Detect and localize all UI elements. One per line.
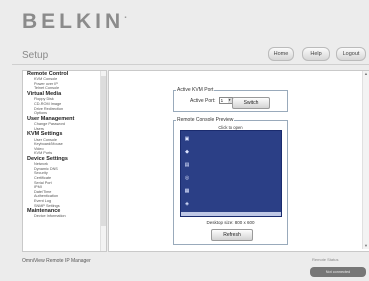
scroll-up-icon[interactable]: ▲: [363, 71, 369, 77]
active-port-value: 1: [220, 98, 224, 103]
header-divider: [12, 64, 369, 65]
active-port-select[interactable]: 1 ▼: [218, 97, 233, 104]
help-button[interactable]: Help: [302, 47, 330, 61]
remote-console-preview-legend: Remote Console Preview: [177, 117, 234, 123]
remote-desktop-preview[interactable]: ▣ ◆ ▤ ◎ ▦ ◈: [180, 130, 282, 217]
active-kvm-port-legend: Active KVM Port: [177, 87, 214, 93]
product-name: OmniView Remote IP Manager: [22, 258, 91, 264]
brand-mark: .: [124, 10, 127, 21]
active-port-row: Active Port: 1 ▼: [190, 97, 233, 104]
sidebar-scrollbar[interactable]: [100, 71, 106, 251]
brand-text: BELKIN: [22, 10, 125, 33]
home-button[interactable]: Home: [268, 47, 294, 61]
desktop-icon: ◎: [184, 175, 190, 181]
chevron-down-icon: ▼: [227, 98, 232, 103]
desktop-icon: ◈: [185, 201, 189, 207]
desktop-size-label: Desktop size: 800 x 600: [206, 220, 255, 225]
active-port-label: Active Port:: [190, 97, 216, 104]
sidebar-nav: Remote Control KVM Console Power over IP Te…: [22, 70, 107, 252]
page-title: Setup: [22, 50, 49, 61]
scroll-down-icon[interactable]: ▼: [363, 243, 369, 249]
belkin-logo: BELKIN.: [22, 10, 127, 34]
logout-button[interactable]: Logout: [336, 47, 366, 61]
desktop-taskbar: [181, 212, 281, 216]
refresh-button[interactable]: Refresh: [211, 229, 253, 241]
remote-status-label: Remote Status: [312, 257, 339, 262]
desktop-icon: ▦: [184, 188, 190, 194]
sidebar-scroll-thumb[interactable]: [101, 76, 106, 226]
connection-status-badge: Not connected: [310, 267, 366, 277]
sidebar-menu: Remote Control KVM Console Power over IP Te…: [23, 71, 106, 219]
desktop-icon: ▣: [184, 136, 190, 142]
switch-button[interactable]: Switch: [232, 97, 270, 109]
desktop-icon: ◆: [185, 149, 189, 155]
sidebar-item[interactable]: Device Information: [23, 214, 106, 219]
desktop-icon: ▤: [184, 162, 190, 168]
main-scrollbar[interactable]: ▲ ▼: [362, 71, 369, 249]
